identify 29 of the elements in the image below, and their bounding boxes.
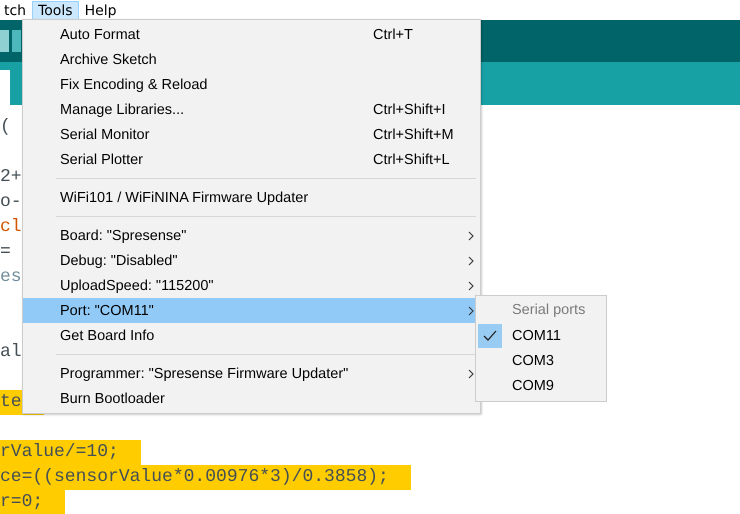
code-line: es — [0, 267, 22, 287]
menu-item[interactable]: Auto Format Ctrl+T — [23, 22, 480, 47]
menu-item[interactable]: Manage Libraries... Ctrl+Shift+I — [23, 97, 480, 122]
menu-item[interactable]: Board: "Spresense" — [23, 223, 480, 248]
menu-item[interactable]: Debug: "Disabled" — [23, 248, 480, 273]
code-line: te — [0, 392, 22, 412]
menu-item[interactable]: Archive Sketch — [23, 47, 480, 72]
menu-item[interactable]: Fix Encoding & Reload — [23, 72, 480, 97]
editor-tab[interactable] — [0, 70, 10, 105]
menu-bar-item[interactable]: Tools — [32, 0, 79, 20]
menu-item[interactable]: COM11 — [476, 323, 606, 348]
menu-bar-item[interactable]: tch — [0, 0, 32, 20]
submenu-header: Serial ports — [511, 301, 586, 320]
code-line: cl — [0, 217, 22, 237]
code-line: al — [0, 342, 22, 362]
code-line: 2+ — [0, 167, 22, 187]
menu-item[interactable]: Serial Plotter Ctrl+Shift+L — [23, 147, 480, 172]
code-line: o- — [0, 192, 22, 212]
menu-item[interactable]: Serial Monitor Ctrl+Shift+M — [23, 122, 480, 147]
menu-bar-item[interactable]: Help — [78, 0, 122, 20]
menu-item[interactable]: UploadSpeed: "115200" — [23, 273, 480, 298]
code-line: ( — [0, 117, 11, 137]
toolbar-button[interactable] — [12, 30, 21, 52]
code-line: r=0; — [0, 492, 44, 512]
toolbar-button[interactable] — [0, 30, 9, 52]
code-line: rValue/=10; — [0, 442, 119, 462]
code-line: = — [0, 242, 11, 262]
menu-item[interactable]: WiFi101 / WiFiNINA Firmware Updater — [23, 185, 480, 210]
code-line: ce=((sensorValue*0.00976*3)/0.3858); — [0, 467, 389, 487]
